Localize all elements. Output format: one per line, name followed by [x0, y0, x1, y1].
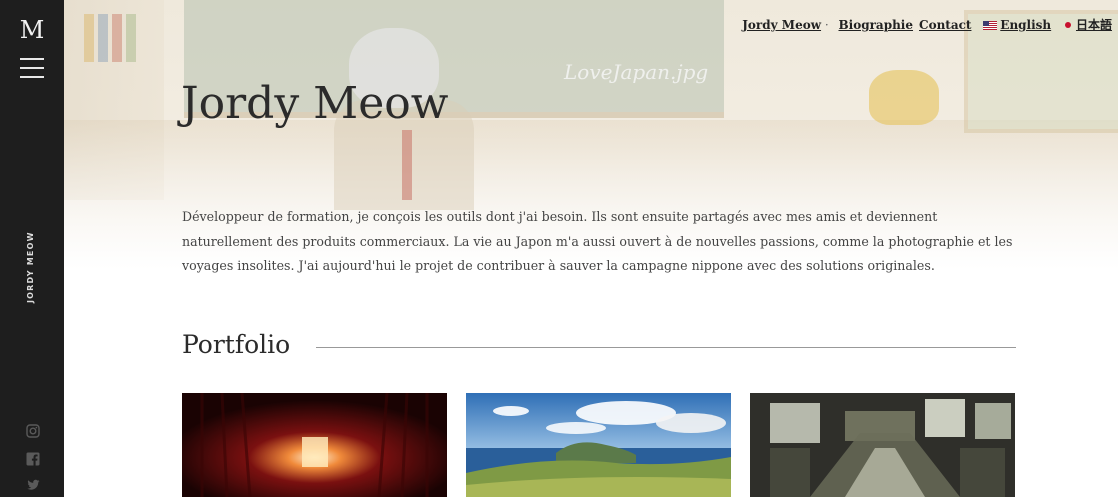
us-flag-icon: [983, 19, 998, 33]
abandoned-bus-photo: [750, 393, 1015, 497]
twitter-icon[interactable]: [26, 478, 40, 492]
intro-paragraph: Développeur de formation, je conçois les…: [182, 209, 1013, 274]
japan-flag-icon: [1063, 19, 1073, 33]
language-english-link[interactable]: English: [1000, 18, 1051, 32]
menu-icon[interactable]: [20, 58, 44, 80]
sidebar: M JORDY MEOW: [0, 0, 64, 497]
top-navigation: Jordy Meow · Biographie Contact English 日…: [736, 16, 1112, 33]
chalkboard-text: LoveJapan.jpg: [564, 60, 709, 84]
portfolio-heading: Portfolio: [182, 330, 291, 359]
coast-photo: [466, 393, 731, 497]
kettle-illustration: [869, 70, 939, 125]
nav-separator: ·: [821, 18, 833, 32]
portfolio-card-corridor[interactable]: [182, 393, 447, 497]
nav-link-home[interactable]: Jordy Meow: [742, 18, 821, 32]
section-divider: [316, 347, 1016, 348]
portfolio-card-abandoned-bus[interactable]: [750, 393, 1015, 497]
page-title: Jordy Meow: [181, 78, 449, 129]
instagram-icon[interactable]: [26, 424, 40, 438]
nav-link-contact[interactable]: Contact: [919, 18, 971, 32]
corridor-photo: [182, 393, 447, 497]
sidebar-vertical-label: JORDY MEOW: [26, 231, 35, 303]
portfolio-card-coast[interactable]: [466, 393, 731, 497]
site-logo[interactable]: M: [0, 16, 64, 44]
tie-illustration: [402, 130, 412, 200]
language-japanese-link[interactable]: 日本語: [1076, 18, 1112, 32]
nav-link-biographie[interactable]: Biographie: [839, 18, 914, 32]
facebook-icon[interactable]: [26, 452, 40, 466]
